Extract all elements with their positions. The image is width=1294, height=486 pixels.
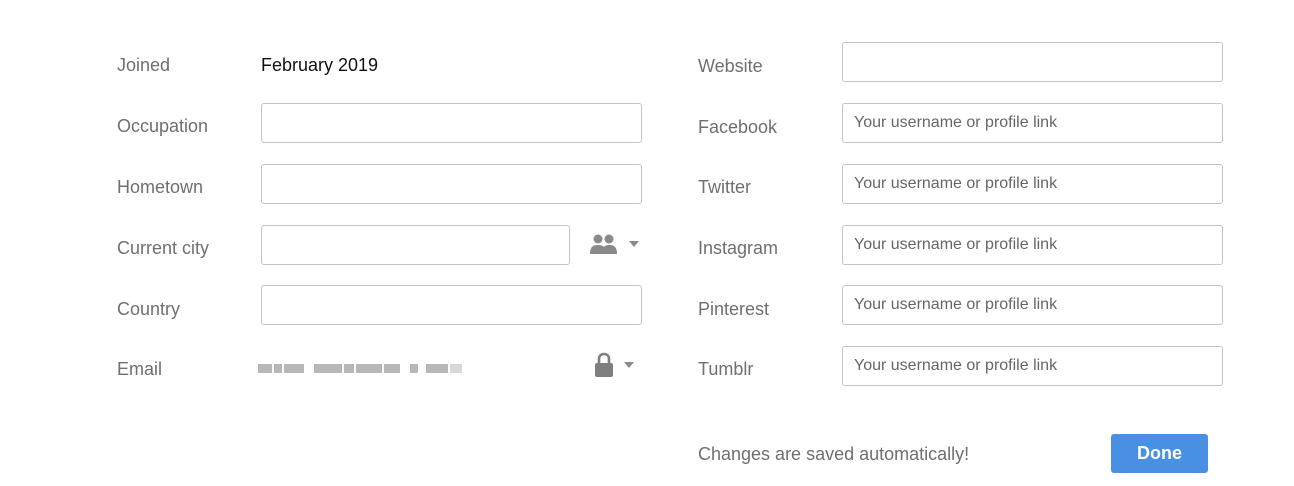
occupation-label: Occupation (117, 116, 209, 136)
website-label: Website (698, 56, 763, 76)
facebook-input[interactable] (842, 103, 1223, 143)
joined-value: February 2019 (261, 55, 379, 75)
current-city-privacy-dropdown[interactable] (589, 233, 639, 255)
done-button[interactable]: Done (1111, 434, 1208, 473)
pinterest-input[interactable] (842, 285, 1223, 325)
joined-label: Joined (117, 55, 171, 75)
current-city-input[interactable] (261, 225, 570, 265)
chevron-down-icon (629, 241, 639, 247)
pinterest-label: Pinterest (698, 299, 770, 319)
tumblr-label: Tumblr (698, 359, 754, 379)
lock-icon (595, 352, 613, 377)
chevron-down-icon (624, 362, 634, 368)
hometown-input[interactable] (261, 164, 642, 204)
facebook-label: Facebook (698, 117, 778, 137)
people-icon (590, 234, 617, 254)
country-label: Country (117, 299, 181, 319)
twitter-input[interactable] (842, 164, 1223, 204)
current-city-label: Current city (117, 238, 210, 258)
hometown-label: Hometown (117, 177, 204, 197)
instagram-label: Instagram (698, 238, 779, 258)
twitter-label: Twitter (698, 177, 752, 197)
website-input[interactable] (842, 42, 1223, 82)
autosave-status-text: Changes are saved automatically! (698, 444, 970, 464)
email-label: Email (117, 359, 163, 379)
email-privacy-dropdown[interactable] (594, 352, 634, 378)
occupation-input[interactable] (261, 103, 642, 143)
instagram-input[interactable] (842, 225, 1223, 265)
email-value-redacted (258, 360, 484, 376)
country-input[interactable] (261, 285, 642, 325)
tumblr-input[interactable] (842, 346, 1223, 386)
